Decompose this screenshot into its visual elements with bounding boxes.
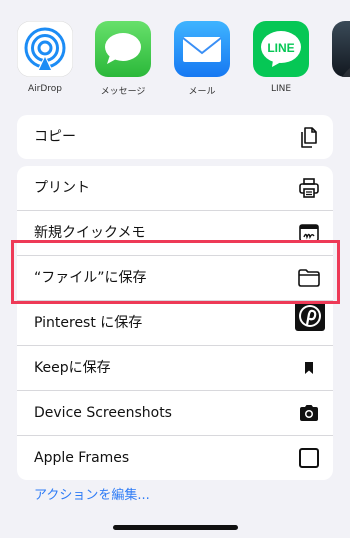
camera-icon [297,401,321,425]
pinterest-icon [295,301,325,331]
bookmark-icon [297,356,321,380]
row-label: Device Screenshots [34,405,172,421]
row-label: プリント [34,180,90,196]
row-label: “ファイル”に保存 [34,270,147,286]
app-icon [332,21,350,77]
pinterest-action[interactable]: Pinterest に保存 [17,301,333,346]
messages-app[interactable]: メッセージ [95,21,151,97]
app-label: K [332,84,350,94]
app-label: AirDrop [27,84,62,94]
row-label: 新規クイックメモ [34,225,146,241]
square-icon [297,446,321,470]
row-label: コピー [34,129,76,145]
next-app[interactable]: K [332,21,350,94]
app-label: メッセージ [100,87,146,97]
device-screenshots-action[interactable]: Device Screenshots [17,391,333,436]
folder-icon [297,266,321,290]
apple-frames-action[interactable]: Apple Frames [17,436,333,480]
quick-note-icon [297,221,321,245]
line-icon: LINE [253,21,309,77]
mail-app[interactable]: メール [174,21,230,97]
save-to-files-action[interactable]: “ファイル”に保存 [17,256,333,301]
action-group-copy: コピー [17,115,333,159]
line-app[interactable]: LINE LINE [253,21,309,94]
copy-action[interactable]: コピー [17,115,333,159]
airdrop-icon [17,21,73,77]
messages-icon [95,21,151,77]
row-label: Apple Frames [34,450,130,466]
airdrop-app[interactable]: AirDrop [17,21,73,94]
mail-icon [174,21,230,77]
home-indicator [113,525,238,530]
keep-action[interactable]: Keepに保存 [17,346,333,391]
edit-actions-link[interactable]: アクションを編集... [34,484,150,503]
line-icon-text: LINE [267,41,294,55]
print-icon [297,176,321,200]
share-app-row: AirDrop メッセージ メール LINE LINE [0,0,350,100]
quick-note-action[interactable]: 新規クイックメモ [17,211,333,256]
app-label: メール [188,87,216,97]
app-label: LINE [270,84,292,94]
print-action[interactable]: プリント [17,166,333,211]
action-group-main: プリント 新規クイックメモ “ファイル”に保存 Pinterest に保存 Ke… [17,166,333,480]
copy-icon [297,125,321,149]
row-label: Pinterest に保存 [34,315,143,331]
row-label: Keepに保存 [34,360,111,376]
